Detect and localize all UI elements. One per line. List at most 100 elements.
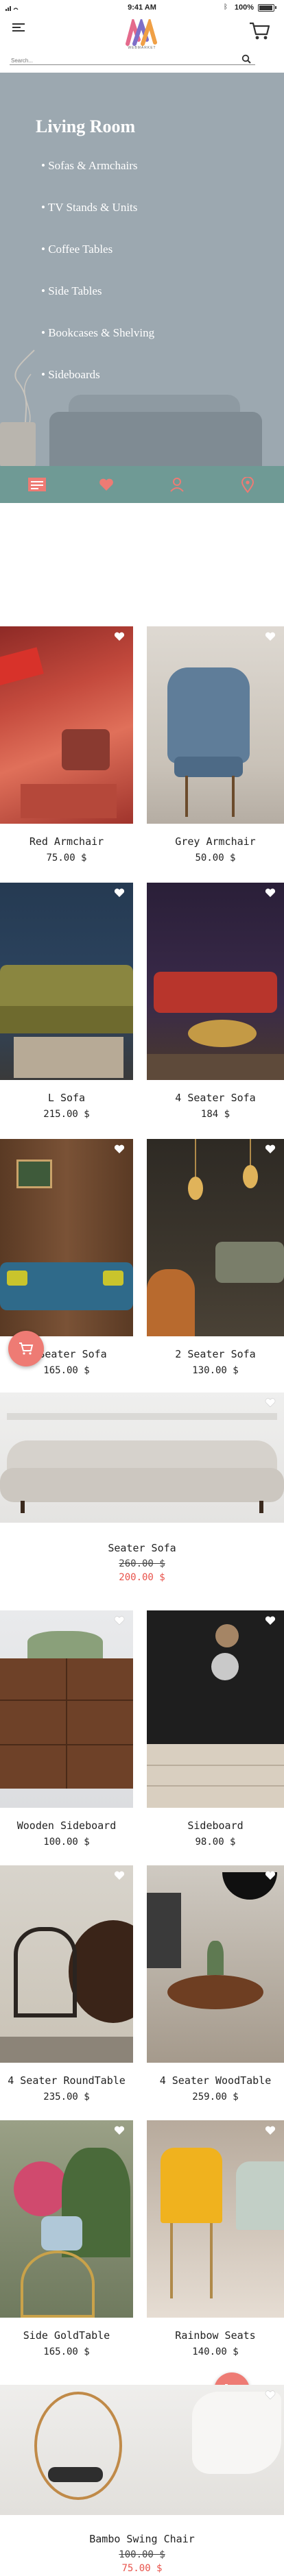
- product-price: 215.00 $: [43, 1109, 90, 1120]
- tab-favorites[interactable]: [71, 466, 141, 503]
- product-price: 235.00 $: [43, 2092, 90, 2102]
- product-name: 4 Seater WoodTable: [159, 2074, 272, 2087]
- logo-text: WEBMARKET: [128, 46, 156, 50]
- brand-logo[interactable]: [122, 16, 161, 49]
- product-card[interactable]: 4 Seater WoodTable 259.00 $: [147, 1865, 284, 2112]
- product-card[interactable]: Seater Sofa 260.00 $ 200.00 $: [0, 1393, 284, 1619]
- product-image-wooden-sideboard: [0, 1610, 133, 1808]
- product-price: 165.00 $: [43, 1365, 90, 1376]
- product-name: Sideboard: [187, 1819, 244, 1832]
- heart-icon[interactable]: [114, 1871, 125, 1880]
- heart-icon[interactable]: [114, 888, 125, 898]
- product-price: 259.00 $: [192, 2092, 239, 2102]
- product-image-bambo-swing-chair: [0, 2385, 284, 2515]
- product-card[interactable]: Rainbow Seats 140.00 $: [147, 2120, 284, 2367]
- category-tv-stands[interactable]: • TV Stands & Units: [41, 201, 137, 214]
- product-card[interactable]: Red Armchair 75.00 $: [0, 626, 133, 873]
- floating-cart-button[interactable]: [8, 1331, 44, 1366]
- product-name: Bambo Swing Chair: [89, 2533, 195, 2545]
- product-price: 75.00 $: [46, 852, 87, 863]
- product-name: 2 Seater Sofa: [175, 1348, 256, 1360]
- cart-plus-icon: [19, 1342, 34, 1355]
- product-image-red-armchair: [0, 626, 133, 824]
- location-icon: [241, 477, 255, 493]
- product-image-2-seater-sofa: [147, 1139, 284, 1336]
- product-image-4-seater-sofa: [147, 883, 284, 1080]
- product-image-grey-armchair: [147, 626, 284, 824]
- product-card[interactable]: Grey Armchair 50.00 $: [147, 626, 284, 873]
- heart-icon[interactable]: [114, 1616, 125, 1626]
- category-sofas-armchairs[interactable]: • Sofas & Armchairs: [41, 159, 138, 173]
- product-price: 130.00 $: [192, 1365, 239, 1376]
- product-card[interactable]: L Sofa 215.00 $: [0, 883, 133, 1129]
- product-price: 50.00 $: [195, 852, 236, 863]
- heart-icon[interactable]: [265, 1871, 276, 1880]
- tab-home[interactable]: [0, 466, 71, 503]
- product-name: Rainbow Seats: [175, 2329, 256, 2342]
- cart-icon[interactable]: [248, 21, 270, 41]
- search-input[interactable]: [10, 55, 230, 64]
- product-name: Wooden Sideboard: [16, 1819, 117, 1832]
- product-image-side-goldtable: [0, 2120, 133, 2318]
- product-price: 184 $: [200, 1109, 230, 1120]
- heart-icon[interactable]: [265, 1398, 276, 1408]
- product-card[interactable]: 4 Seater RoundTable 235.00 $: [0, 1865, 133, 2112]
- product-old-price: 260.00 $: [119, 1558, 165, 1569]
- tab-profile[interactable]: [141, 466, 212, 503]
- category-title: Living Room: [36, 116, 136, 136]
- product-old-price: 100.00 $: [119, 2549, 165, 2560]
- category-side-tables[interactable]: • Side Tables: [41, 284, 102, 298]
- product-image-4-seater-woodtable: [147, 1865, 284, 2063]
- heart-icon[interactable]: [265, 888, 276, 898]
- bluetooth-icon: ᛒ: [224, 3, 228, 11]
- product-price: 98.00 $: [195, 1837, 236, 1848]
- product-name: 4 Seater Sofa: [175, 1092, 256, 1104]
- tab-bar: [0, 466, 284, 503]
- product-card[interactable]: 4 Seater Sofa 184 $: [147, 883, 284, 1129]
- user-icon: [170, 478, 184, 492]
- product-price: 140.00 $: [192, 2346, 239, 2357]
- heart-icon: [99, 478, 113, 491]
- battery-icon: [258, 4, 276, 12]
- category-coffee-tables[interactable]: • Coffee Tables: [41, 243, 113, 256]
- heart-icon[interactable]: [114, 1144, 125, 1154]
- product-image-rainbow-seats: [147, 2120, 284, 2318]
- product-name: 4 Seater RoundTable: [8, 2074, 126, 2087]
- product-image-l-sofa: [0, 883, 133, 1080]
- sofa-image: [49, 412, 262, 466]
- heart-icon[interactable]: [265, 1144, 276, 1154]
- search-icon[interactable]: [241, 53, 251, 64]
- product-name: Seater Sofa: [108, 1542, 176, 1554]
- search-bar[interactable]: [10, 52, 255, 65]
- product-price: 100.00 $: [43, 1837, 90, 1848]
- product-card[interactable]: Side GoldTable 165.00 $: [0, 2120, 133, 2367]
- product-image-3-seater-sofa: [0, 1139, 133, 1336]
- product-image-sideboard: [147, 1610, 284, 1808]
- heart-icon[interactable]: [265, 2390, 276, 2400]
- menu-icon[interactable]: [12, 23, 25, 32]
- product-image-seater-sofa: [0, 1393, 284, 1523]
- product-price: 75.00 $: [121, 2563, 163, 2574]
- heart-icon[interactable]: [114, 2126, 125, 2135]
- category-sideboards[interactable]: • Sideboards: [41, 368, 100, 382]
- status-bar: 9:41 AM ᛒ 100%: [0, 0, 284, 14]
- product-name: Side GoldTable: [23, 2329, 110, 2342]
- category-bookcases[interactable]: • Bookcases & Shelving: [41, 326, 154, 340]
- product-card[interactable]: Sideboard 98.00 $: [147, 1610, 284, 1857]
- heart-icon[interactable]: [114, 632, 125, 641]
- product-name: Red Armchair: [29, 835, 104, 848]
- product-card[interactable]: 2 Seater Sofa 130.00 $: [147, 1139, 284, 1386]
- product-price: 165.00 $: [43, 2346, 90, 2357]
- lamp-base: [0, 422, 36, 466]
- battery-percent: 100%: [234, 3, 254, 12]
- product-name: L Sofa: [47, 1092, 86, 1104]
- heart-icon[interactable]: [265, 632, 276, 641]
- product-card[interactable]: Wooden Sideboard 100.00 $: [0, 1610, 133, 1857]
- product-name: Grey Armchair: [175, 835, 256, 848]
- product-price: 200.00 $: [119, 1572, 165, 1583]
- heart-icon[interactable]: [265, 1616, 276, 1626]
- home-icon: [28, 478, 46, 491]
- product-card[interactable]: Bambo Swing Chair 100.00 $ 75.00 $: [0, 2385, 284, 2576]
- tab-location[interactable]: [212, 466, 283, 503]
- heart-icon[interactable]: [265, 2126, 276, 2135]
